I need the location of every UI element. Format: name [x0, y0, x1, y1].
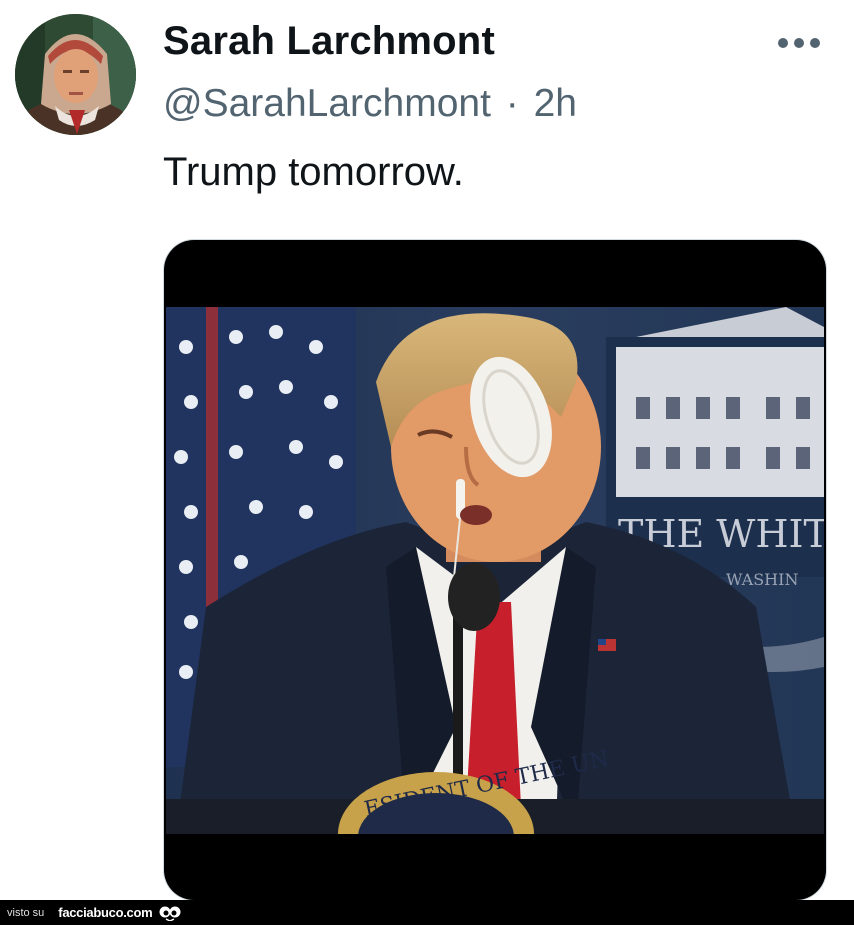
timestamp[interactable]: 2h — [534, 82, 577, 125]
backdrop-text-2: WASHIN — [726, 570, 798, 589]
display-name[interactable]: Sarah Larchmont — [163, 19, 495, 64]
facciabuco-eyes-icon — [158, 905, 182, 921]
watermark-visto: visto su — [7, 906, 45, 919]
watermark-site[interactable]: facciabuco.com — [58, 905, 152, 920]
media-photo: THE WHIT WASHIN ESIDENT OF THE UN — [166, 307, 824, 834]
user-handle[interactable]: @SarahLarchmont — [163, 82, 491, 125]
avatar-image — [15, 14, 136, 135]
avatar[interactable] — [15, 14, 136, 135]
more-options-button[interactable] — [772, 28, 826, 58]
watermark-bar: visto su facciabuco.com — [0, 900, 854, 925]
tweet-text: Trump tomorrow. — [163, 150, 464, 194]
tweet-media[interactable]: THE WHIT WASHIN ESIDENT OF THE UN — [164, 240, 826, 900]
more-horizontal-icon — [778, 38, 820, 48]
tweet-page: Sarah Larchmont @SarahLarchmont · 2h Tru… — [0, 0, 854, 925]
photo-illustration: THE WHIT WASHIN ESIDENT OF THE UN — [166, 307, 824, 834]
separator-dot: · — [505, 82, 519, 125]
handle-line: @SarahLarchmont · 2h — [163, 82, 577, 126]
